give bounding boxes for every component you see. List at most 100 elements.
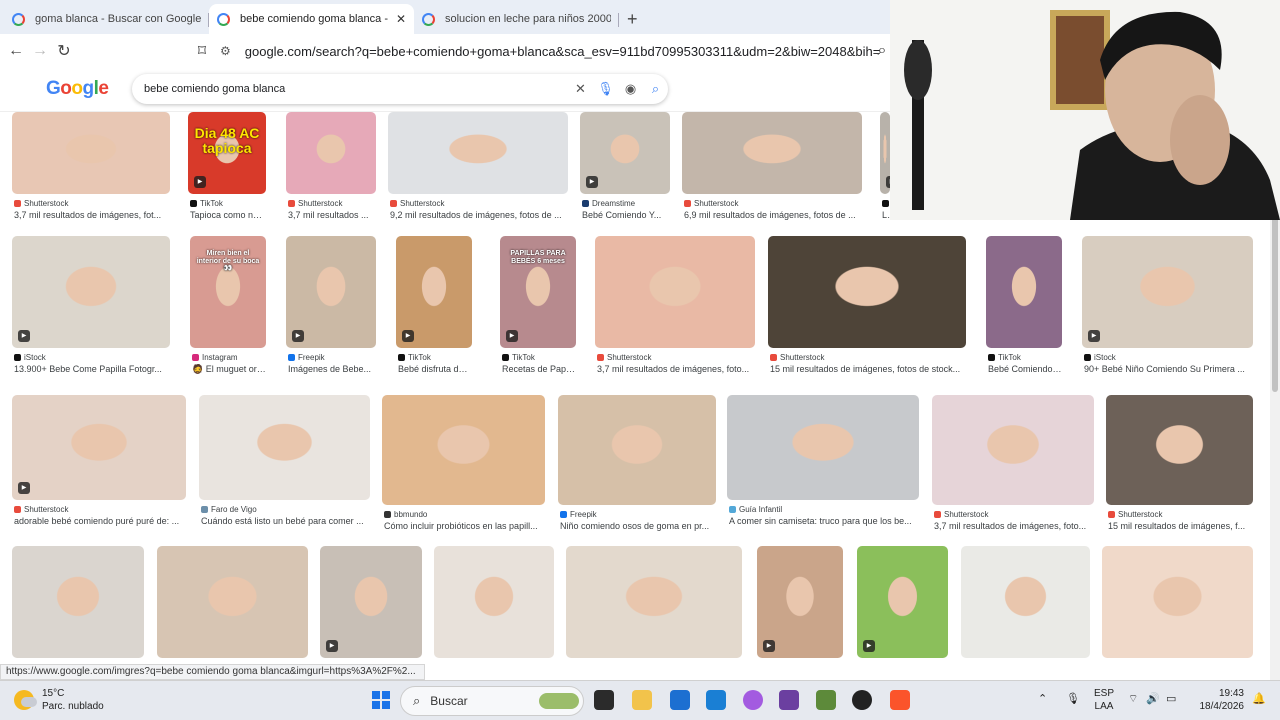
result-source[interactable]: TikTok: [398, 353, 431, 362]
result-source[interactable]: Dreamstime: [436, 663, 489, 664]
result-source[interactable]: Freepik: [560, 510, 597, 519]
result-source[interactable]: Shutterstock: [288, 199, 342, 208]
result-source[interactable]: Instagram: [192, 353, 238, 362]
new-tab-button[interactable]: +: [627, 4, 647, 34]
result-title[interactable]: Bebé disfruta de c...: [398, 364, 472, 374]
result-title[interactable]: 3,7 mil resultados de imágenes, fot...: [14, 210, 170, 220]
result-thumbnail[interactable]: ▶: [880, 112, 890, 194]
back-icon[interactable]: ←: [4, 42, 28, 60]
site-info-icon[interactable]: ⚙: [220, 44, 231, 58]
minecraft-icon[interactable]: [816, 690, 836, 710]
result-source[interactable]: Shutterstock: [934, 510, 988, 519]
result-title[interactable]: Tapioca como nue...: [190, 210, 266, 220]
wifi-icon[interactable]: ⌔: [1128, 692, 1138, 706]
media-app-icon[interactable]: [779, 690, 799, 710]
result-thumbnail[interactable]: [12, 112, 170, 194]
tab-solucion-leche[interactable]: solucion en leche para niños 2000 - B: [414, 4, 619, 34]
result-thumbnail[interactable]: [558, 395, 716, 505]
result-thumbnail[interactable]: ▶: [320, 546, 422, 658]
result-source[interactable]: Shutterstock: [597, 353, 651, 362]
result-thumbnail[interactable]: [932, 395, 1094, 505]
result-thumbnail[interactable]: [595, 236, 755, 348]
result-source[interactable]: Shutterstock: [684, 199, 738, 208]
result-title[interactable]: 3,7 mil resultados ...: [288, 210, 376, 220]
result-source[interactable]: TikTok: [502, 353, 535, 362]
result-thumbnail[interactable]: ▶: [286, 236, 376, 348]
search-input[interactable]: bebe comiendo goma blanca: [144, 83, 568, 95]
result-thumbnail[interactable]: [382, 395, 545, 505]
result-thumbnail[interactable]: [986, 236, 1062, 348]
result-source[interactable]: Shutterstock: [14, 505, 68, 514]
result-thumbnail[interactable]: [727, 395, 919, 500]
task-view-icon[interactable]: [594, 690, 614, 710]
scrollbar-thumb[interactable]: [1272, 212, 1278, 392]
result-thumbnail[interactable]: [12, 546, 144, 658]
result-thumbnail[interactable]: ▶: [580, 112, 670, 194]
result-thumbnail[interactable]: PAPILLAS PARA BEBÉS 6 meses ▶: [500, 236, 576, 348]
result-source[interactable]: Freepik: [288, 353, 325, 362]
brave-browser-icon[interactable]: [890, 690, 910, 710]
result-source[interactable]: TikTok: [190, 199, 223, 208]
result-source[interactable]: TikTok: [859, 663, 892, 664]
result-thumbnail[interactable]: ▶: [396, 236, 472, 348]
result-source[interactable]: Salud nutritiva: [963, 663, 1024, 664]
result-title[interactable]: 6,9 mil resultados de imágenes, fotos de…: [684, 210, 862, 220]
result-source[interactable]: Dreamstime: [582, 199, 635, 208]
result-thumbnail[interactable]: ▶: [757, 546, 843, 658]
result-source[interactable]: Guía Infantil: [729, 505, 782, 514]
result-source[interactable]: Babyclean: [568, 663, 615, 664]
bookmark-icon[interactable]: ⌑: [190, 41, 214, 61]
result-title[interactable]: Bebé Comiendo M...: [988, 364, 1062, 374]
battery-icon[interactable]: ▭: [1166, 692, 1176, 705]
result-source[interactable]: Shutterstock: [770, 353, 824, 362]
result-thumbnail[interactable]: [1102, 546, 1253, 658]
mic-icon[interactable]: 🎙: [593, 81, 618, 97]
close-tab-icon[interactable]: ✕: [396, 12, 406, 26]
result-source[interactable]: Shutterstock: [1108, 510, 1162, 519]
mic-tray-icon[interactable]: 🎙: [1066, 692, 1080, 705]
taskbar-search[interactable]: ⌕ Buscar: [400, 686, 584, 716]
result-thumbnail[interactable]: [1106, 395, 1253, 505]
result-thumbnail[interactable]: [388, 112, 568, 194]
windows-start-icon[interactable]: [372, 691, 390, 709]
result-title[interactable]: 🧔 El muguet oral, ...: [192, 364, 266, 375]
tray-chevron-icon[interactable]: ⌃: [1038, 692, 1047, 705]
reload-icon[interactable]: ↻: [52, 41, 76, 61]
result-title[interactable]: Recetas de Papilla...: [502, 364, 576, 374]
result-thumbnail[interactable]: ▶: [1082, 236, 1253, 348]
result-thumbnail[interactable]: Dia 48 AC tapioca ▶: [188, 112, 266, 194]
tab-bebe-comiendo[interactable]: bebe comiendo goma blanca - B ✕: [209, 4, 414, 34]
clock[interactable]: 19:43 18/4/2026: [1196, 687, 1245, 713]
result-thumbnail[interactable]: [961, 546, 1090, 658]
result-title[interactable]: Cómo incluir probióticos en las papill..…: [384, 521, 545, 531]
result-source[interactable]: Shutterstock: [14, 199, 68, 208]
result-source[interactable]: bbmundo: [384, 510, 427, 519]
result-title[interactable]: 9,2 mil resultados de imágenes, fotos de…: [390, 210, 568, 220]
result-thumbnail[interactable]: [286, 112, 376, 194]
result-title[interactable]: adorable bebé comiendo puré puré de: ...: [14, 516, 186, 526]
result-source[interactable]: iStock: [1084, 353, 1116, 362]
weather-widget[interactable]: 15°C Parc. nublado: [14, 687, 104, 713]
result-source[interactable]: Shutterstock: [390, 199, 444, 208]
result-title[interactable]: A comer sin camiseta: truco para que los…: [729, 516, 919, 526]
result-thumbnail[interactable]: [566, 546, 742, 658]
result-thumbnail[interactable]: ▶: [12, 236, 170, 348]
result-source[interactable]: TikTok: [988, 353, 1021, 362]
clear-icon[interactable]: ✕: [568, 81, 593, 97]
file-explorer-icon[interactable]: [632, 690, 652, 710]
edit-app-icon[interactable]: [706, 690, 726, 710]
forward-icon[interactable]: →: [28, 42, 52, 60]
result-title[interactable]: Cuándo está listo un bebé para comer ...: [201, 516, 370, 526]
result-title[interactable]: La: [882, 210, 890, 220]
result-thumbnail[interactable]: ▶: [857, 546, 948, 658]
result-source[interactable]: LetsFamily: [1104, 663, 1153, 664]
copilot-icon[interactable]: [743, 690, 763, 710]
result-title[interactable]: Niño comiendo osos de goma en pr...: [560, 521, 716, 531]
tab-goma-blanca[interactable]: goma blanca - Buscar con Google: [4, 4, 209, 34]
result-thumbnail[interactable]: Miren bien el interior de su boca 👀: [190, 236, 266, 348]
result-source[interactable]: Faro de Vigo: [201, 505, 257, 514]
result-title[interactable]: 3,7 mil resultados de imágenes, foto...: [934, 521, 1094, 531]
result-thumbnail[interactable]: [199, 395, 370, 500]
result-title[interactable]: Imágenes de Bebe...: [288, 364, 376, 374]
obs-icon[interactable]: [852, 690, 872, 710]
